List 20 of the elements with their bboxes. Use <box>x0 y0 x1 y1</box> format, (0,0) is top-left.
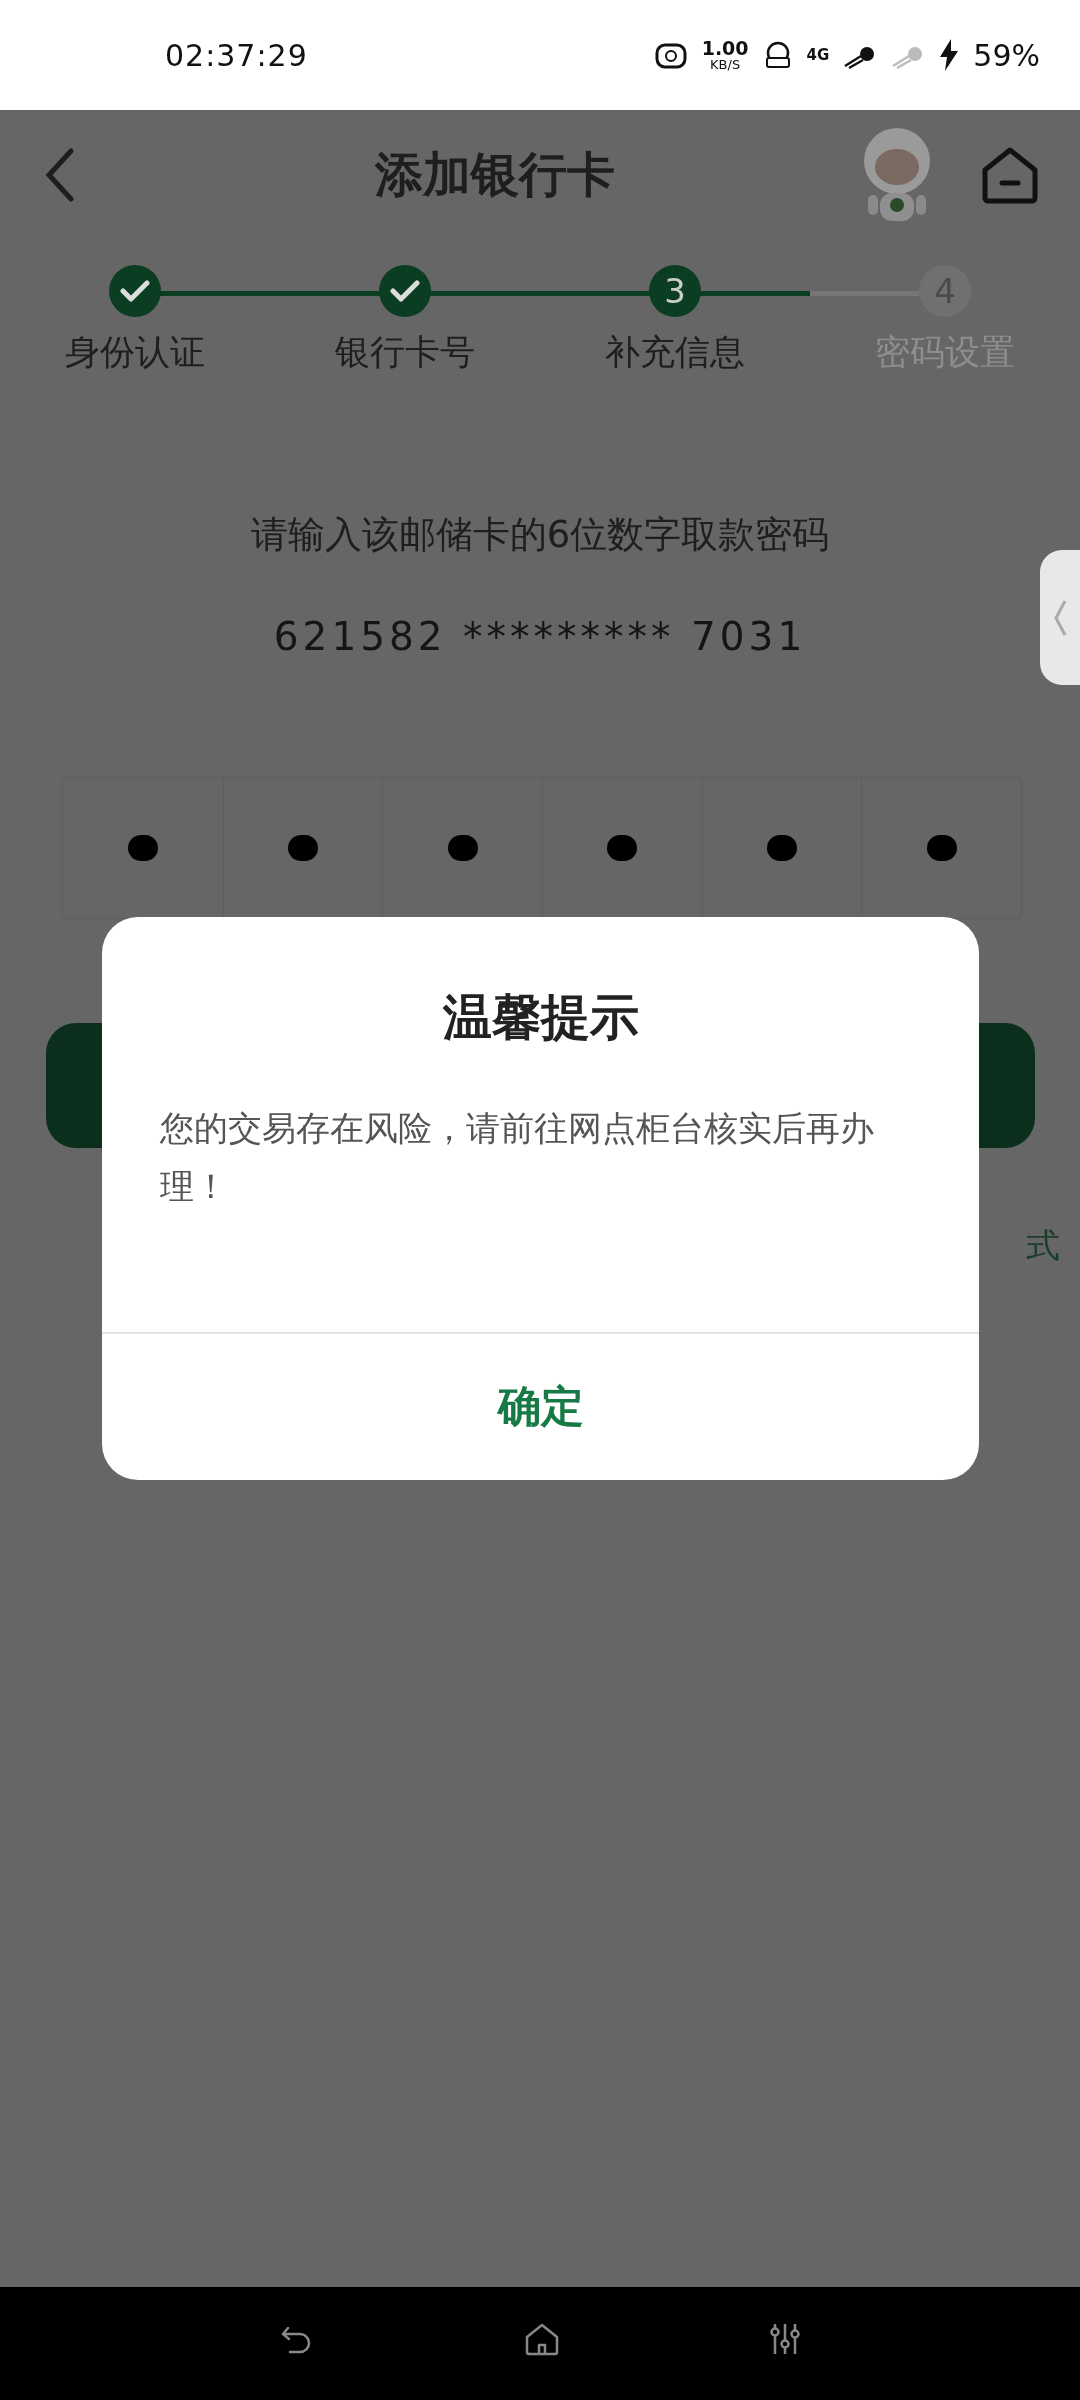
network-type: 4G <box>806 46 830 64</box>
side-tab[interactable] <box>1040 550 1080 685</box>
settings-sliders-icon[interactable] <box>770 2321 800 2356</box>
confirm-button[interactable]: 确定 <box>102 1332 979 1480</box>
page-title: 添加银行卡 <box>373 145 616 204</box>
back-icon[interactable] <box>45 148 75 202</box>
step-label: 身份认证 <box>65 331 205 374</box>
home-icon[interactable] <box>980 145 1040 205</box>
card-number: 621582 ********* 7031 <box>273 614 807 659</box>
battery-level: 59% <box>973 37 1040 73</box>
dialog-message: 您的交易存在风险，请前往网点柜台核实后再办理！ <box>159 1107 875 1208</box>
step-number: 3 <box>649 265 701 317</box>
charging-icon <box>939 39 960 71</box>
status-time: 02:37:29 <box>165 37 309 73</box>
step-label: 银行卡号 <box>335 331 475 374</box>
home-icon[interactable] <box>524 2321 560 2356</box>
step-label: 补充信息 <box>605 331 745 374</box>
network-speed: 1.00 KB/S <box>701 39 749 71</box>
pin-prompt: 请输入该邮储卡的6位数字取款密码 <box>250 512 830 558</box>
dialog-title: 温馨提示 <box>441 988 640 1048</box>
